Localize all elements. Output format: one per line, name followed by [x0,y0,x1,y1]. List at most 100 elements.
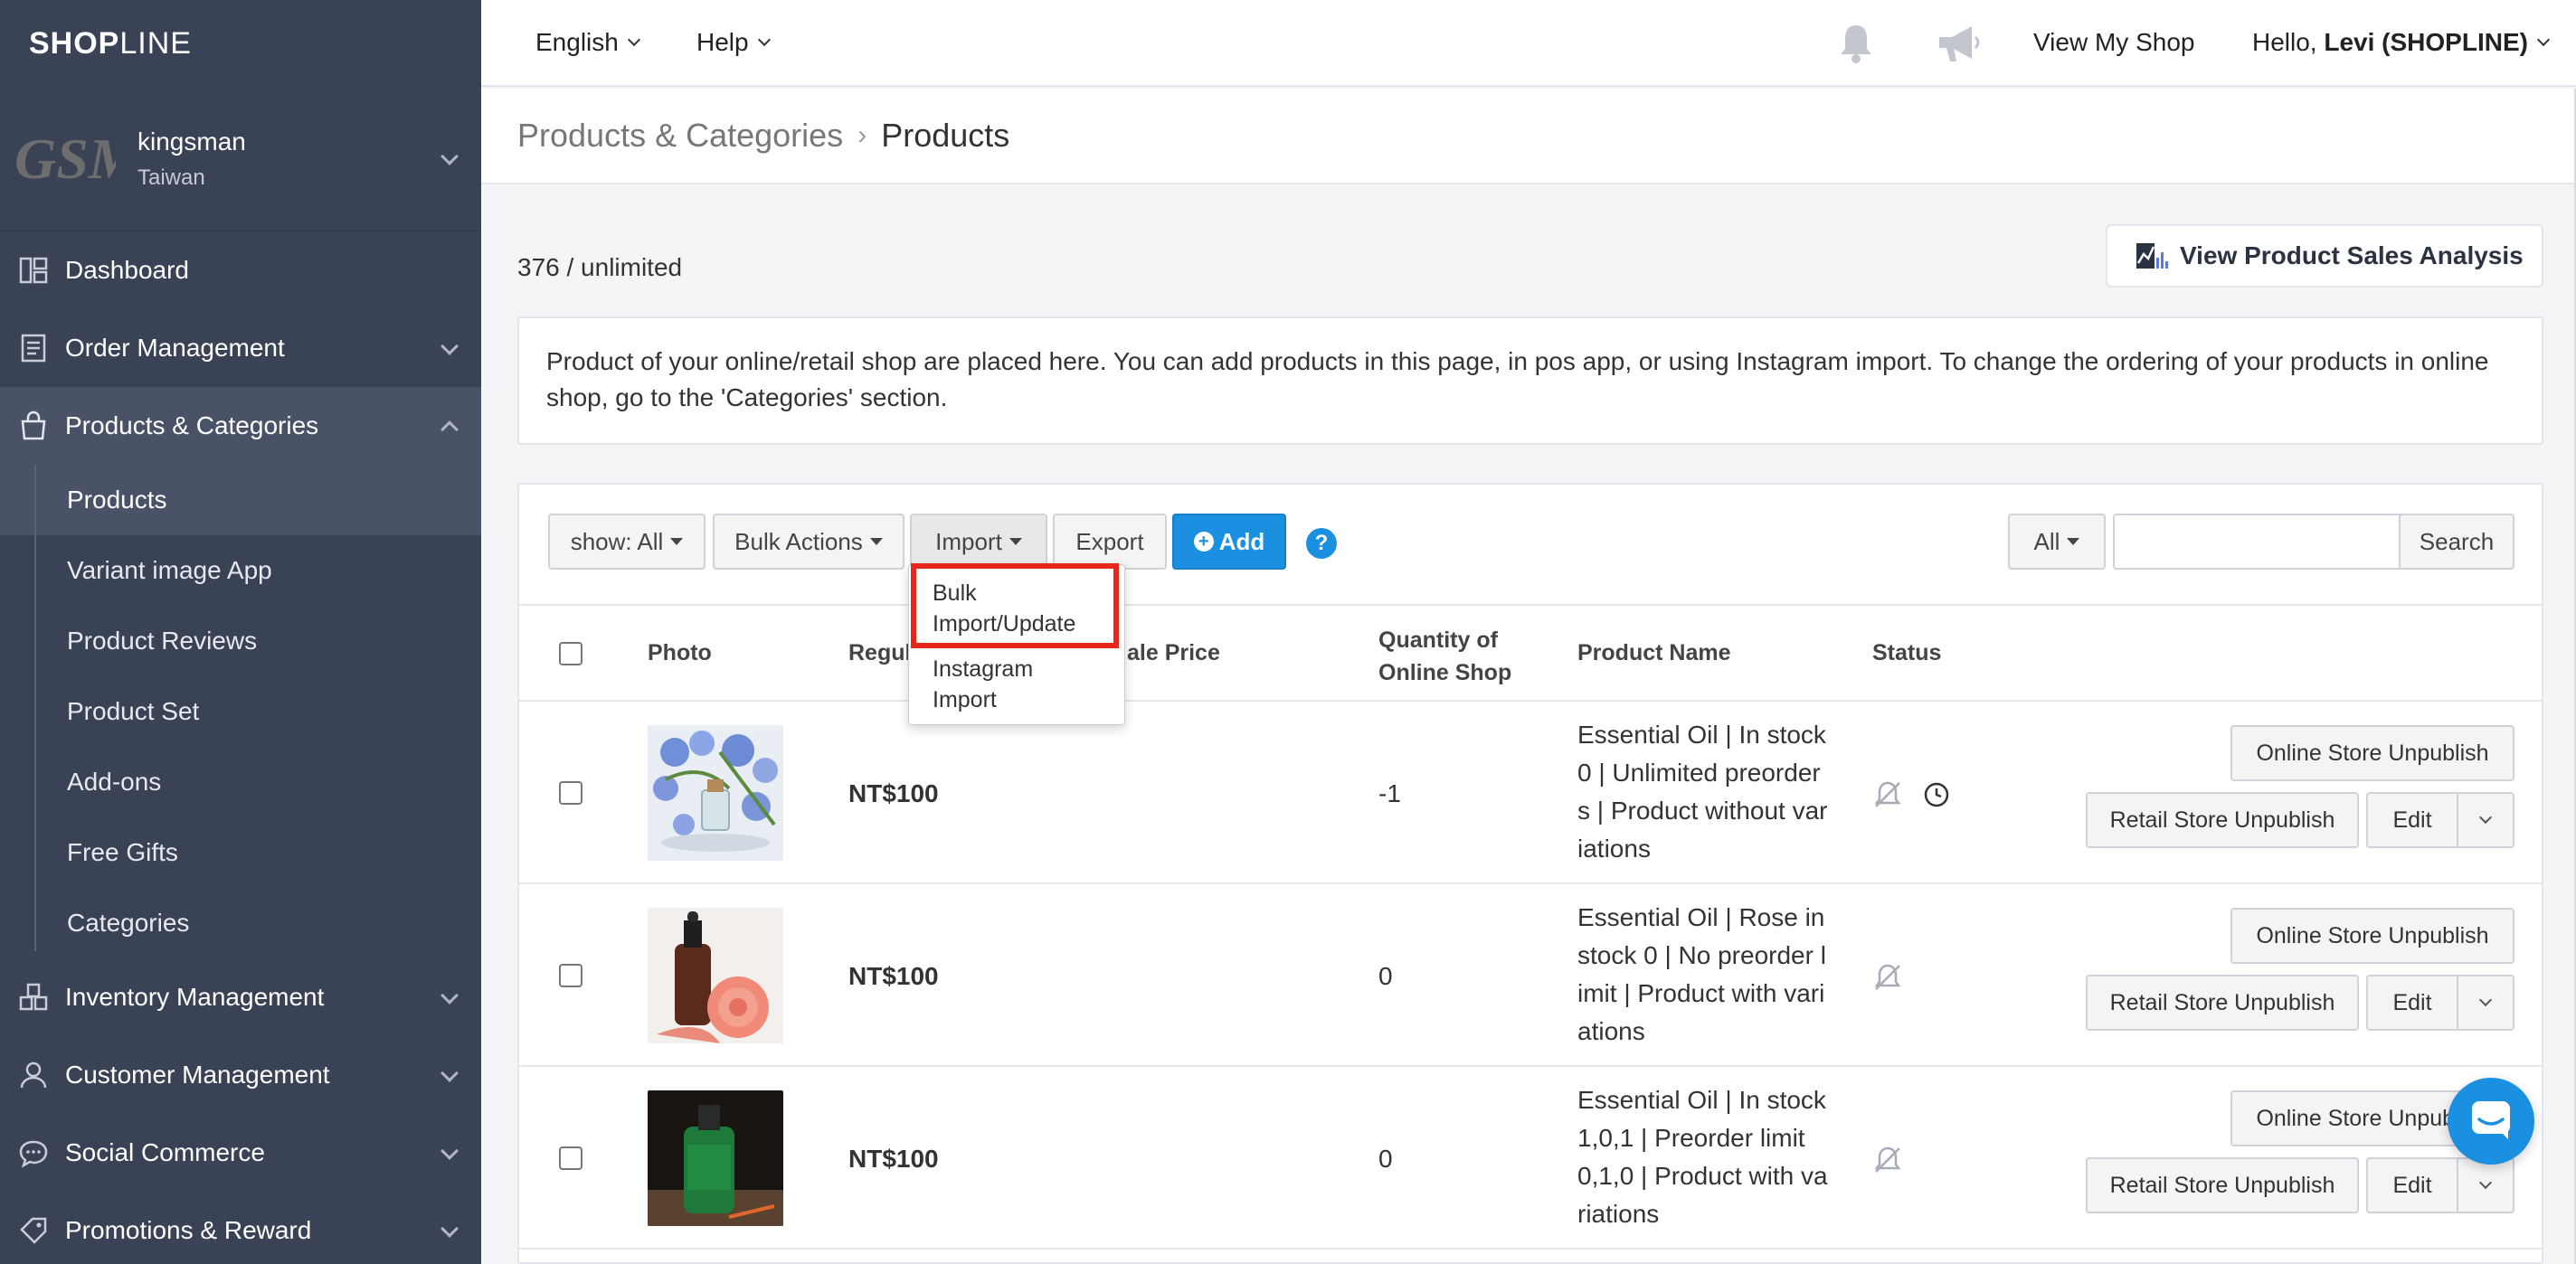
bulk-actions-dropdown[interactable]: Bulk Actions [713,514,904,570]
bell-off-icon [1872,779,1903,815]
regular-price: NT$100 [848,779,939,807]
view-product-sales-analysis-button[interactable]: View Product Sales Analysis [2106,224,2543,288]
products-toolbar: show: All Bulk Actions Import Export + Ad… [519,485,2542,725]
product-name[interactable]: Essential Oil | In stock 0 | Unlimited p… [1577,716,1831,868]
table-row: NT$100 0 Essential Oil | Rose in stock 0… [519,884,2542,1067]
product-photo-rose-oil[interactable] [648,908,783,1043]
sidebar-item-promotions[interactable]: Promotions & Reward [0,1192,481,1264]
add-label: Add [1218,527,1265,555]
search-input[interactable] [2113,514,2420,570]
help-dropdown[interactable]: Help [696,28,771,57]
sidebar-subitem-product-set[interactable]: Product Set [0,676,481,747]
analysis-button-label: View Product Sales Analysis [2180,241,2524,269]
edit-button[interactable]: Edit [2366,975,2458,1031]
edit-options-toggle[interactable] [2457,975,2514,1031]
sidebar-subitem-categories[interactable]: Categories [0,888,481,958]
sidebar-subitem-free-gifts[interactable]: Free Gifts [0,817,481,888]
edit-button[interactable]: Edit [2366,792,2458,848]
sidebar-item-label: Order Management [65,334,285,362]
chevron-down-icon [2478,810,2493,825]
search-field-dropdown[interactable]: All [2008,514,2106,570]
help-icon[interactable]: ? [1306,528,1337,559]
add-product-button[interactable]: + Add [1172,514,1286,570]
sidebar-subitem-product-reviews[interactable]: Product Reviews [0,606,481,676]
sidebar-item-label: Promotions & Reward [65,1216,312,1244]
retail-store-unpublish-button[interactable]: Retail Store Unpublish [2086,975,2359,1031]
sidebar-item-dashboard[interactable]: Dashboard [0,231,481,309]
chevron-down-icon [440,1220,459,1238]
edit-button[interactable]: Edit [2366,1157,2458,1213]
retail-store-unpublish-button[interactable]: Retail Store Unpublish [2086,1157,2359,1213]
bag-icon [18,410,49,441]
store-region: Taiwan [137,165,205,190]
tag-icon [18,1215,49,1246]
edit-options-toggle[interactable] [2457,1157,2514,1213]
live-chat-launcher[interactable] [2448,1078,2534,1165]
sidebar-item-label: Inventory Management [65,983,325,1011]
caret-down-icon [1009,538,1022,545]
row-checkbox[interactable] [559,1146,582,1170]
search-button[interactable]: Search [2399,514,2514,570]
header-sale-price[interactable]: ale Price [1127,640,1220,666]
sidebar-subitem-variant-image-app[interactable]: Variant image App [0,535,481,606]
sidebar-item-orders[interactable]: Order Management [0,309,481,387]
sidebar-item-customers[interactable]: Customer Management [0,1036,481,1114]
product-photo-flowers-oil[interactable] [648,725,783,861]
view-my-shop-link[interactable]: View My Shop [2033,28,2194,57]
show-filter-dropdown[interactable]: show: All [548,514,706,570]
breadcrumb-current: Products [881,117,1010,154]
select-all-checkbox[interactable] [559,642,582,665]
header-regular-price[interactable]: Regul [848,640,911,666]
table-header: Photo Regul ale Price Quantity of Online… [519,606,2542,702]
table-row: NT$100 0 Essential Oil | In stock 1,0,1 … [519,1067,2542,1250]
row-checkbox[interactable] [559,964,582,987]
edit-button-group: Edit [2366,792,2514,848]
sidebar-item-inventory[interactable]: Inventory Management [0,958,481,1036]
product-name[interactable]: Essential Oil | In stock 1,0,1 | Preorde… [1577,1081,1831,1233]
megaphone-icon[interactable] [1934,22,1983,70]
top-navbar: English Help View My Shop Hello, Levi (S… [481,0,2576,87]
product-name[interactable]: Essential Oil | Rose in stock 0 | No pre… [1577,899,1831,1051]
user-menu[interactable]: Hello, Levi (SHOPLINE) [2252,28,2551,57]
online-store-unpublish-button[interactable]: Online Store Unpublish [2230,725,2514,781]
main-content: Products & Categories › Products 376 / u… [481,89,2576,1264]
bell-icon[interactable] [1834,22,1878,70]
retail-store-unpublish-button[interactable]: Retail Store Unpublish [2086,792,2359,848]
bell-off-icon [1872,962,1903,997]
edit-button-group: Edit [2366,975,2514,1031]
sidebar-subitem-products[interactable]: Products [0,465,481,535]
row-checkbox[interactable] [559,781,582,805]
online-store-unpublish-button[interactable]: Online Store Unpublish [2230,908,2514,964]
import-dropdown[interactable]: Import [910,514,1047,570]
chat-icon [18,1137,49,1168]
sidebar-item-label: Dashboard [65,256,189,284]
clock-icon [1923,781,1950,813]
language-dropdown[interactable]: English [535,28,640,57]
sidebar-item-social-commerce[interactable]: Social Commerce [0,1114,481,1192]
sidebar-subitem-add-ons[interactable]: Add-ons [0,747,481,817]
header-product-name[interactable]: Product Name [1577,640,1730,666]
customer-icon [18,1060,49,1090]
sidebar-item-label: Customer Management [65,1061,330,1089]
greeting-text: Hello, [2252,28,2325,56]
user-name: Levi (SHOPLINE) [2324,28,2528,56]
bell-off-icon [1872,1145,1903,1180]
chevron-down-icon [627,33,640,47]
status-icons [1872,1145,1903,1180]
breadcrumb-parent[interactable]: Products & Categories [517,117,843,155]
product-photo-green-oil[interactable] [648,1090,783,1226]
header-quantity-line2: Online Shop [1378,660,1512,685]
sidebar-item-products-categories[interactable]: Products & Categories [0,387,481,465]
menu-item-instagram-import[interactable]: Instagram Import [933,654,1033,715]
store-switcher[interactable]: GSM kingsman Taiwan [0,87,481,231]
header-quantity-line1: Quantity of [1378,627,1498,653]
logo-bold-text: SHOP [29,25,120,61]
chevron-down-icon [440,337,459,355]
header-quantity[interactable]: Quantity of Online Shop [1378,624,1511,689]
edit-options-toggle[interactable] [2457,792,2514,848]
highlight-box [911,563,1119,648]
export-button[interactable]: Export [1053,514,1167,570]
chevron-down-icon [2478,1175,2493,1190]
import-dropdown-menu: Bulk Import/Update Instagram Import [908,563,1125,725]
shopline-logo[interactable]: SHOP LINE [0,0,481,87]
